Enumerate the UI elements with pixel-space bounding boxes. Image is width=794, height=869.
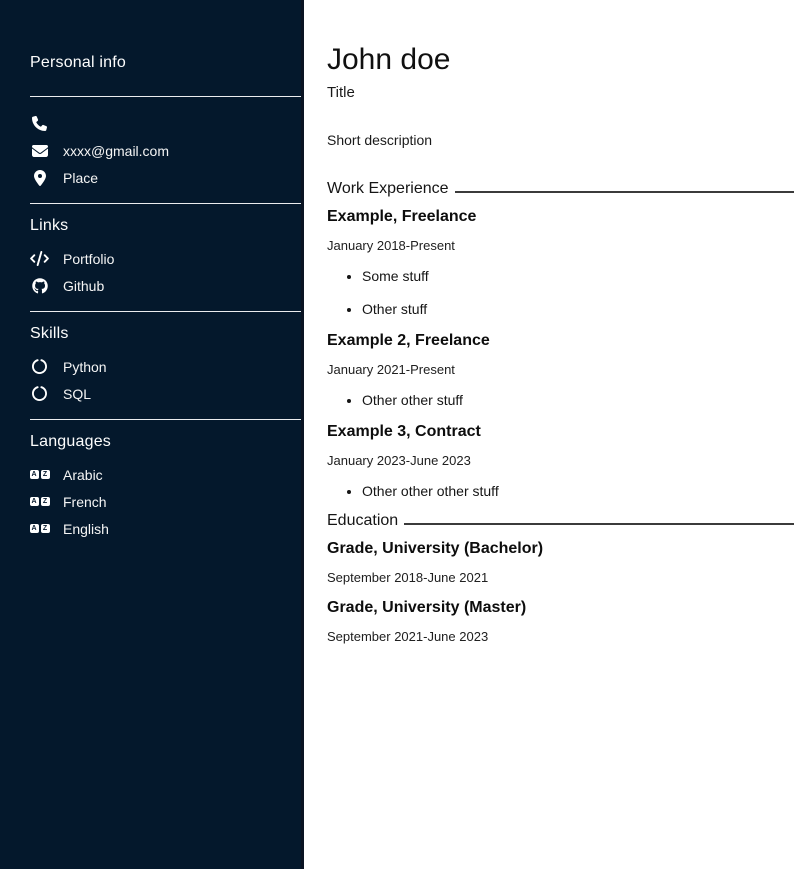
bullet-item: Other other other stuff bbox=[362, 483, 794, 500]
bullet-item: Other stuff bbox=[362, 301, 794, 318]
sidebar-item-phone bbox=[30, 110, 301, 137]
divider bbox=[30, 419, 301, 420]
entry-title: Example 2, Freelance bbox=[327, 332, 794, 350]
code-icon bbox=[30, 251, 49, 266]
links-items: Portfolio Github bbox=[30, 245, 301, 299]
section-rule bbox=[455, 180, 794, 193]
entry-title: Grade, University (Bachelor) bbox=[327, 540, 794, 558]
sidebar: Personal info xxxx@gmail.com Place bbox=[0, 0, 304, 869]
sidebar-item-language-english: AZ English bbox=[30, 515, 301, 542]
entry-date: January 2021-Present bbox=[327, 362, 794, 377]
place-label: Place bbox=[63, 170, 98, 186]
language-label: French bbox=[63, 494, 107, 510]
entry-bullets: Some stuff Other stuff bbox=[327, 268, 794, 318]
sidebar-section-title-skills: Skills bbox=[30, 325, 301, 343]
skills-items: Python SQL bbox=[30, 353, 301, 407]
divider bbox=[30, 311, 301, 312]
language-label: English bbox=[63, 521, 109, 537]
circle-notch-icon bbox=[30, 386, 49, 401]
language-icon: AZ bbox=[30, 470, 49, 479]
person-name: John doe bbox=[327, 43, 794, 77]
entry-date: September 2021-June 2023 bbox=[327, 629, 794, 644]
language-icon-letter-z: Z bbox=[41, 497, 50, 506]
envelope-icon bbox=[30, 143, 49, 159]
sidebar-item-place: Place bbox=[30, 164, 301, 191]
bullet-item: Other other stuff bbox=[362, 392, 794, 409]
sidebar-item-language-arabic: AZ Arabic bbox=[30, 461, 301, 488]
location-pin-icon bbox=[30, 170, 49, 186]
sidebar-item-language-french: AZ French bbox=[30, 488, 301, 515]
short-description: Short description bbox=[327, 132, 794, 148]
section-heading-work-experience: Work Experience bbox=[327, 180, 794, 198]
resume-page: Personal info xxxx@gmail.com Place bbox=[0, 0, 794, 869]
section-rule bbox=[404, 512, 794, 525]
language-icon-letter-a: A bbox=[30, 470, 39, 479]
entry-date: September 2018-June 2021 bbox=[327, 570, 794, 585]
sidebar-item-skill-python: Python bbox=[30, 353, 301, 380]
language-icon-letter-z: Z bbox=[41, 470, 50, 479]
languages-items: AZ Arabic AZ French AZ English bbox=[30, 461, 301, 542]
entry-bullets: Other other other stuff bbox=[327, 483, 794, 500]
sidebar-section-title-links: Links bbox=[30, 217, 301, 235]
entry-title: Example 3, Contract bbox=[327, 423, 794, 441]
language-icon-letter-z: Z bbox=[41, 524, 50, 533]
circle-notch-icon bbox=[30, 359, 49, 374]
divider bbox=[30, 96, 301, 97]
entry-title: Grade, University (Master) bbox=[327, 599, 794, 617]
sidebar-section-title-languages: Languages bbox=[30, 433, 301, 451]
sidebar-item-skill-sql: SQL bbox=[30, 380, 301, 407]
language-label: Arabic bbox=[63, 467, 103, 483]
divider bbox=[30, 203, 301, 204]
language-icon-letter-a: A bbox=[30, 497, 39, 506]
portfolio-label: Portfolio bbox=[63, 251, 114, 267]
skill-label: SQL bbox=[63, 386, 91, 402]
section-heading-label: Work Experience bbox=[327, 180, 449, 198]
bullet-item: Some stuff bbox=[362, 268, 794, 285]
sidebar-item-email[interactable]: xxxx@gmail.com bbox=[30, 137, 301, 164]
github-label: Github bbox=[63, 278, 104, 294]
entry-title: Example, Freelance bbox=[327, 208, 794, 226]
entry-date: January 2018-Present bbox=[327, 238, 794, 253]
section-heading-label: Education bbox=[327, 512, 398, 530]
email-label: xxxx@gmail.com bbox=[63, 143, 169, 159]
main-content: John doe Title Short description Work Ex… bbox=[304, 0, 794, 869]
person-title: Title bbox=[327, 84, 794, 101]
language-icon: AZ bbox=[30, 497, 49, 506]
entry-date: January 2023-June 2023 bbox=[327, 453, 794, 468]
skill-label: Python bbox=[63, 359, 107, 375]
language-icon: AZ bbox=[30, 524, 49, 533]
github-icon bbox=[30, 278, 49, 294]
language-icon-letter-a: A bbox=[30, 524, 39, 533]
sidebar-item-github[interactable]: Github bbox=[30, 272, 301, 299]
personal-info-items: xxxx@gmail.com Place bbox=[30, 110, 301, 191]
section-heading-education: Education bbox=[327, 512, 794, 530]
phone-icon bbox=[30, 116, 49, 131]
entry-bullets: Other other stuff bbox=[327, 392, 794, 409]
sidebar-item-portfolio[interactable]: Portfolio bbox=[30, 245, 301, 272]
sidebar-section-title-personal-info: Personal info bbox=[30, 54, 301, 72]
